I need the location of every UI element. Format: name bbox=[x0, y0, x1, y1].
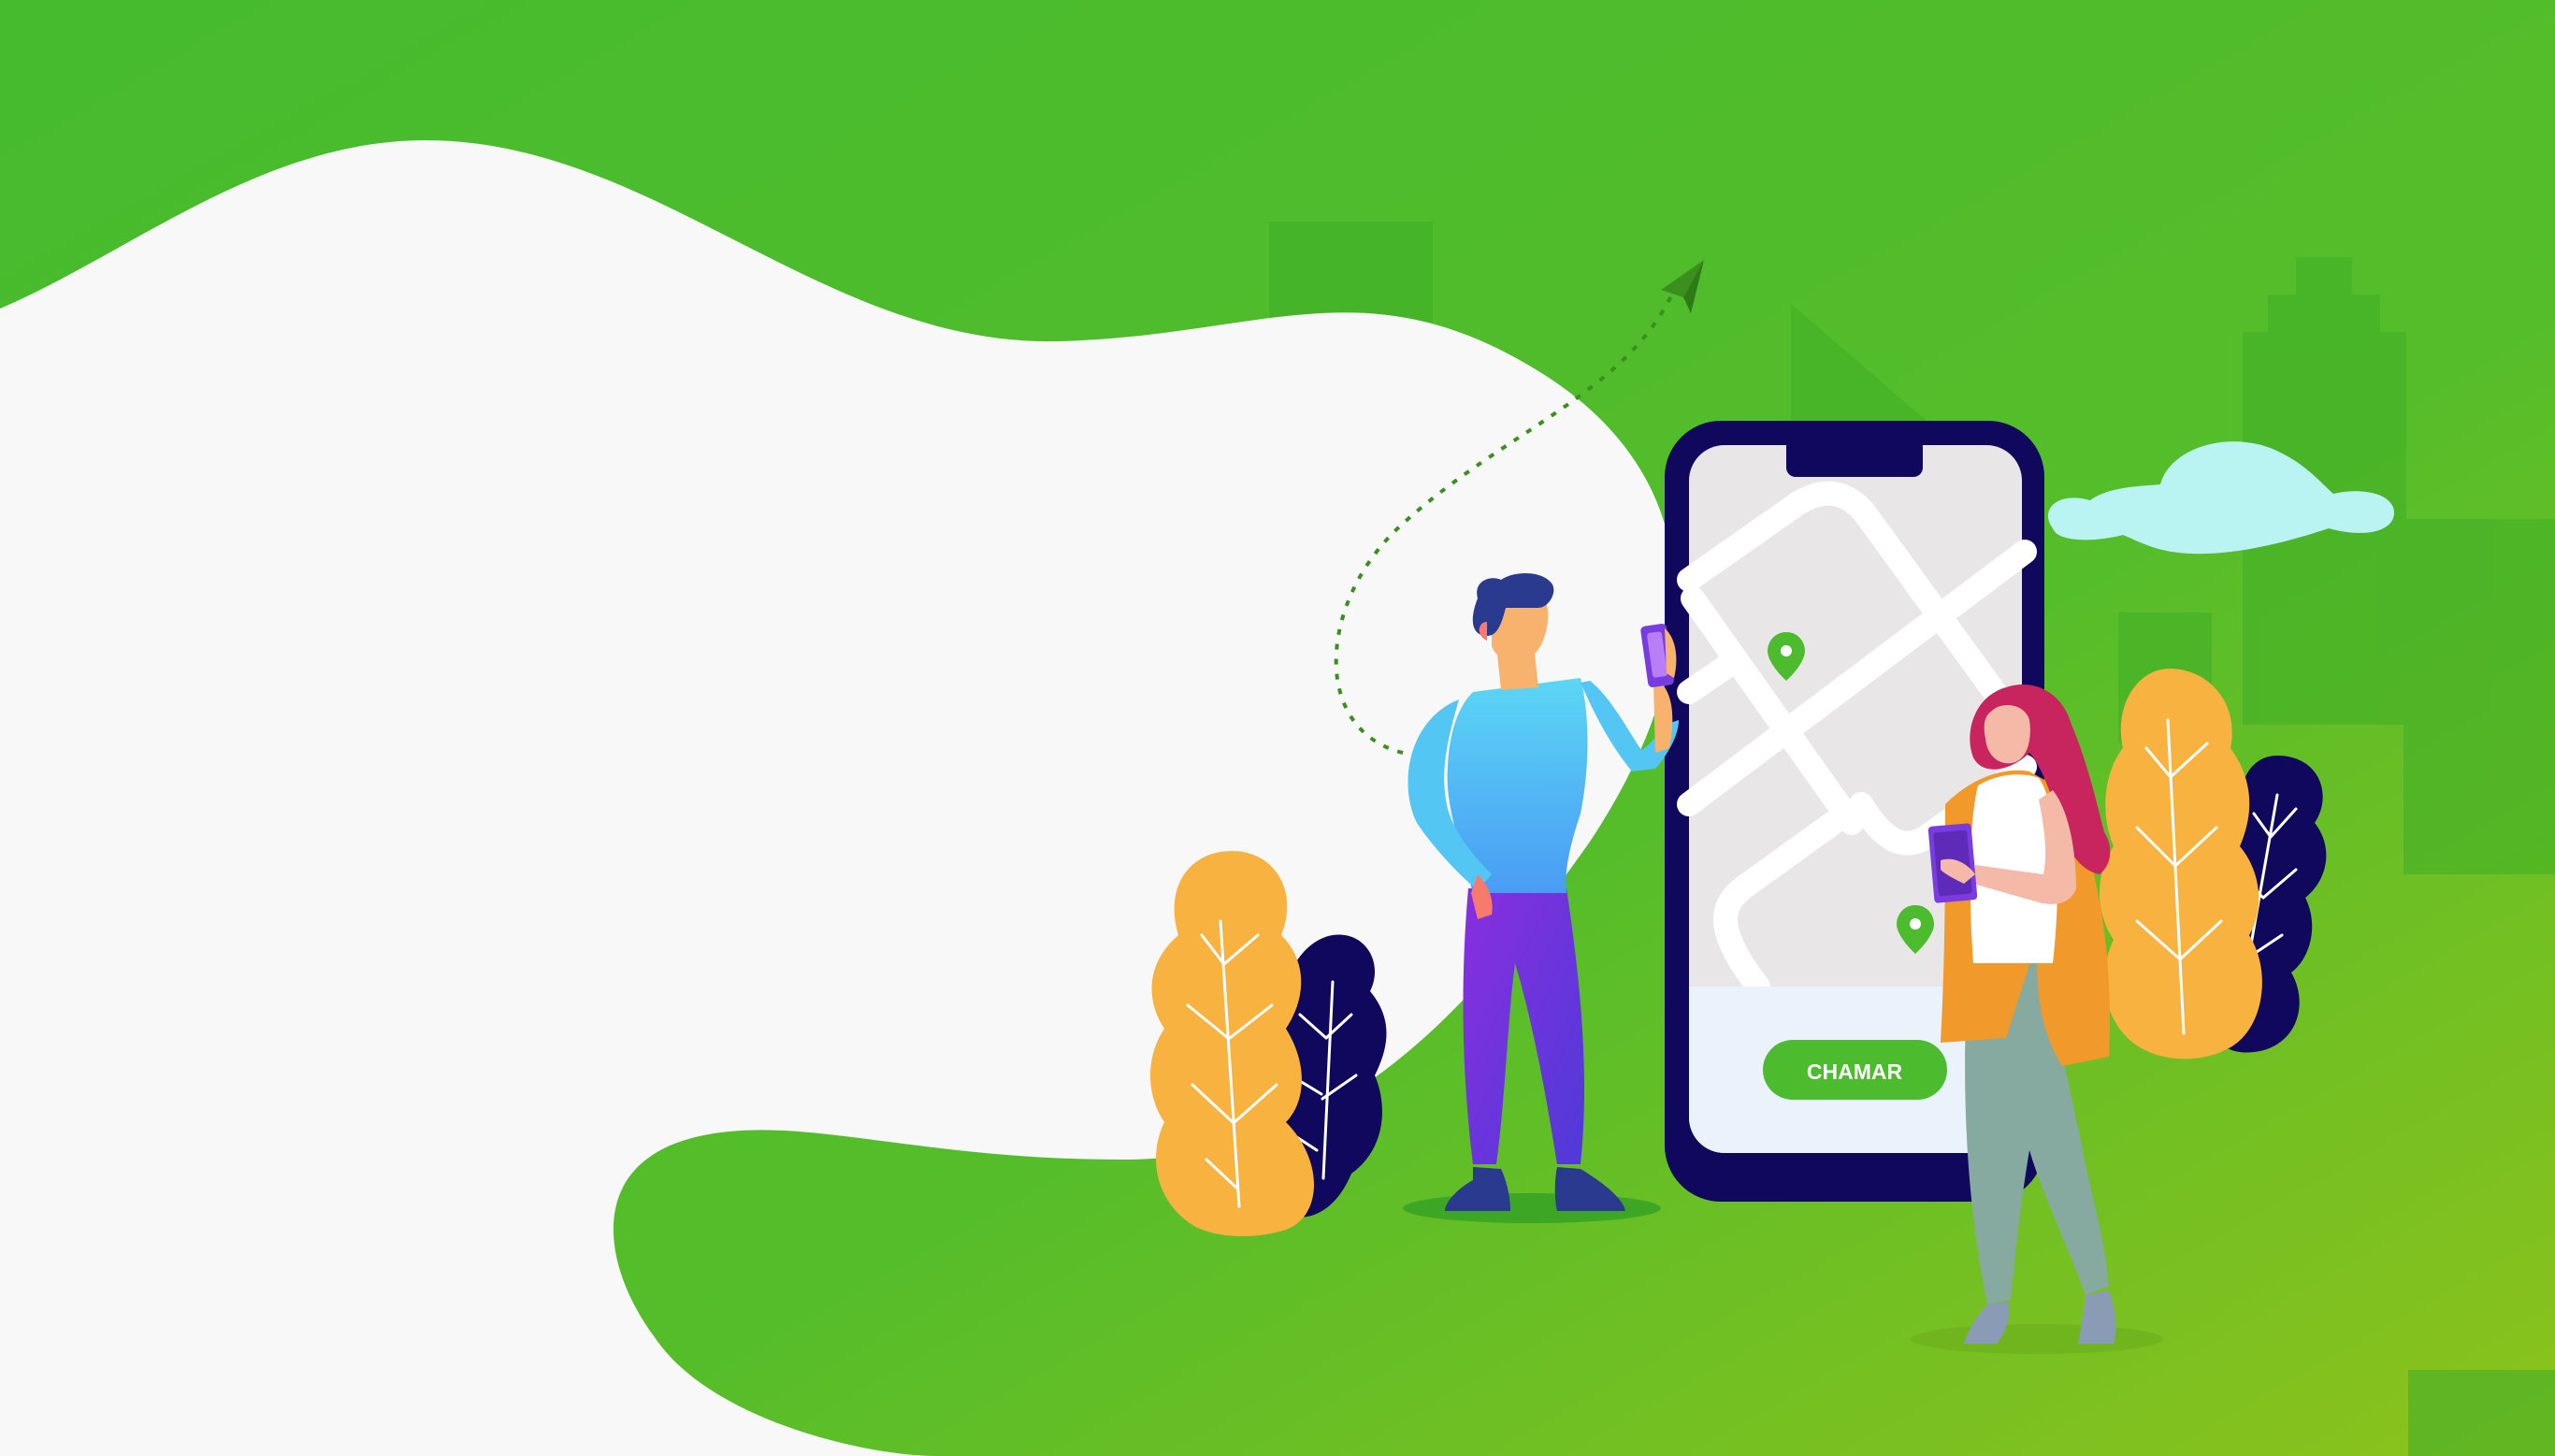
woman-shadow bbox=[1911, 1324, 2163, 1354]
call-button-label: CHAMAR bbox=[1807, 1060, 1903, 1084]
illustration-scene: CHAMAR bbox=[0, 0, 2555, 1456]
scene-svg: CHAMAR bbox=[0, 0, 2555, 1456]
phone-notch bbox=[1786, 438, 1923, 477]
call-button[interactable]: CHAMAR bbox=[1763, 1040, 1947, 1100]
